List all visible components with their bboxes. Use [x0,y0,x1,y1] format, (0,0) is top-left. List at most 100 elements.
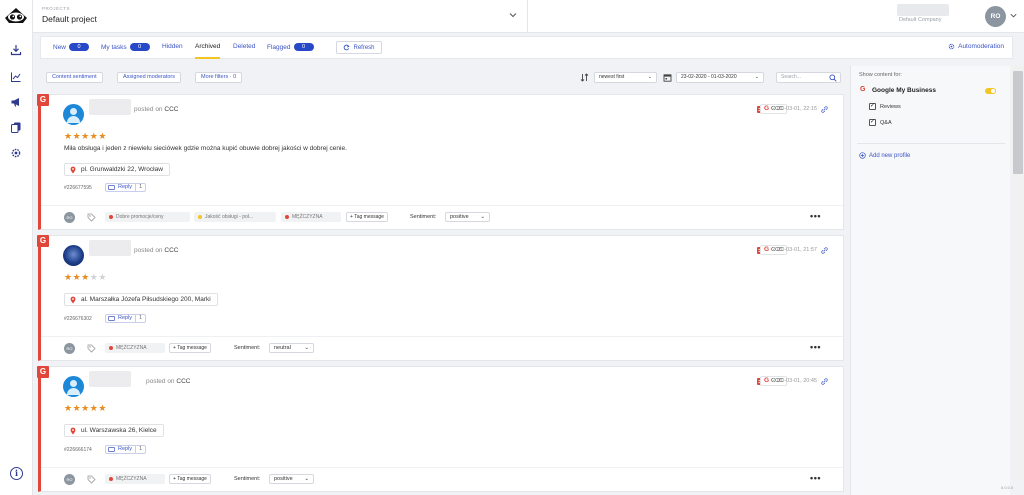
rating-stars: ★★★★★ [64,404,107,413]
automoderation-button[interactable]: Automoderation [948,43,1004,50]
user-avatar[interactable]: RO [985,6,1006,27]
add-new-profile-link[interactable]: Add new profile [859,152,910,159]
review-footer: RO MĘŻCZYZNA + Tag message Sentiment: ne… [41,336,843,358]
tag-chip[interactable]: MĘŻCZYZNA [105,343,165,353]
content-sentiment-filter[interactable]: Content sentiment [46,72,103,83]
tag-chip[interactable]: Jakość obsługi - poł... [194,212,276,222]
sentiment-label: Sentiment: [410,214,437,220]
plus-circle-icon [859,152,866,159]
tab-new[interactable]: New 0 [53,43,90,51]
rating-stars: ★★★★★ [64,132,107,141]
tag-chip[interactable]: Dobre promocje/ceny [105,212,190,222]
profile-toggle[interactable] [985,88,996,94]
qa-checkbox[interactable]: ✓ [869,119,876,126]
projects-label: PROJECTS [42,6,71,11]
rating-stars: ★★★★★ [64,273,107,282]
sort-icon[interactable] [580,73,589,82]
reply-icon [108,447,115,452]
reply-button[interactable]: Reply 1 [105,314,147,323]
app-logo-icon[interactable] [4,4,28,26]
more-filters-button[interactable]: More filters · 0 [195,72,243,83]
review-footer: RO MĘŻCZYZNA + Tag message Sentiment: po… [41,467,843,489]
header-divider [527,0,528,33]
tag-dot [198,215,202,219]
tag-chip[interactable]: MĘŻCZYZNA [105,474,165,484]
location-pin-icon [70,427,76,435]
tab-hidden[interactable]: Hidden [162,43,183,50]
settings-cog-icon[interactable] [10,147,22,159]
calendar-icon[interactable] [663,73,672,82]
panel-divider [857,143,1005,144]
refresh-button[interactable]: Refresh [336,41,382,54]
posted-on-prefix: posted on [134,106,163,113]
tab-my-tasks[interactable]: My tasks 0 [101,43,150,51]
refresh-label: Refresh [353,44,375,51]
review-id: #226666174 [64,447,92,453]
corner-tag: 0.0.0.0 [1001,485,1014,490]
location-chip[interactable]: pl. Grunwaldzki 22, Wrocław [64,163,170,176]
chevron-down-icon: ⌄ [304,345,309,351]
reviewer-name-redacted [89,371,131,387]
moderator-avatar[interactable]: RO [64,474,75,485]
more-options-icon[interactable]: ••• [810,342,821,352]
reviews-checkbox[interactable]: ✓ [869,103,876,110]
tag-message-button[interactable]: + Tag message [346,212,388,222]
inbox-download-icon[interactable] [10,44,22,56]
review-date: 2020-03-01, 22:15 [772,106,817,112]
tab-archived[interactable]: Archived [195,43,221,59]
link-icon[interactable] [821,247,828,254]
search-icon [829,74,837,82]
posted-on-source: CCC [164,106,179,113]
posted-on-source: CCC [164,247,179,254]
scrollbar-thumb[interactable] [1013,71,1023,174]
star-icon: ★ [81,272,90,282]
chevron-down-icon: ⌄ [754,74,759,80]
chevron-down-icon[interactable] [508,10,518,20]
location-chip[interactable]: ul. Warszawska 26, Kielce [64,424,164,437]
reviewer-avatar [63,104,84,125]
more-options-icon[interactable]: ••• [810,211,821,221]
refresh-icon [344,44,351,51]
posted-on: posted on CCC [134,106,178,113]
reply-button[interactable]: Reply 1 [105,445,147,454]
tag-label: Dobre promocje/ceny [116,214,164,220]
sentiment-select[interactable]: positive ⌄ [445,212,490,222]
location-text: pl. Grunwaldzki 22, Wrocław [81,166,163,173]
location-chip[interactable]: al. Marszałka Józefa Piłsudskiego 200, M… [64,293,218,306]
tag-message-button[interactable]: + Tag message [169,343,211,353]
user-menu-chevron-icon[interactable] [1009,11,1018,20]
tab-deleted[interactable]: Deleted [233,43,255,50]
sort-select[interactable]: newest first ⌄ [594,72,657,83]
reviews-checkbox-row[interactable]: ✓ Reviews [869,103,901,110]
sentiment-select[interactable]: positive ⌄ [269,474,314,484]
documents-icon[interactable] [10,121,22,133]
link-icon[interactable] [821,378,828,385]
sentiment-select[interactable]: neutral ⌄ [269,343,314,353]
info-icon[interactable]: i [10,467,23,480]
reply-button[interactable]: Reply 1 [105,183,147,192]
analytics-chart-icon[interactable] [10,71,22,83]
tag-message-button[interactable]: + Tag message [169,474,211,484]
megaphone-icon[interactable] [10,96,22,108]
tag-chip[interactable]: MĘŻCZYZNA [281,212,341,222]
star-icon: ★ [64,403,73,413]
more-options-icon[interactable]: ••• [810,473,821,483]
qa-checkbox-row[interactable]: ✓ Q&A [869,119,892,126]
link-icon[interactable] [821,106,828,113]
user-name-redacted [897,4,949,16]
right-panel: Show content for: G Google My Business ✓… [850,66,1010,495]
posted-on: posted on CCC [146,378,190,385]
reviewer-avatar [63,245,84,266]
company-name: Default Company [899,17,942,23]
location-text: ul. Warszawska 26, Kielce [81,427,157,434]
assigned-moderators-filter[interactable]: Assigned moderators [117,72,181,83]
project-name[interactable]: Default project [42,14,97,24]
tab-flagged[interactable]: Flagged 0 [267,43,314,51]
sentiment-value: neutral [274,345,291,351]
search-input[interactable]: Search... [776,72,841,83]
moderator-avatar[interactable]: RO [64,343,75,354]
google-source-icon: G [37,366,49,378]
date-range-select[interactable]: 23-02-2020 - 01-03-2020 ⌄ [676,72,764,83]
moderator-avatar[interactable]: RO [64,212,75,223]
review-id: #226676302 [64,316,92,322]
